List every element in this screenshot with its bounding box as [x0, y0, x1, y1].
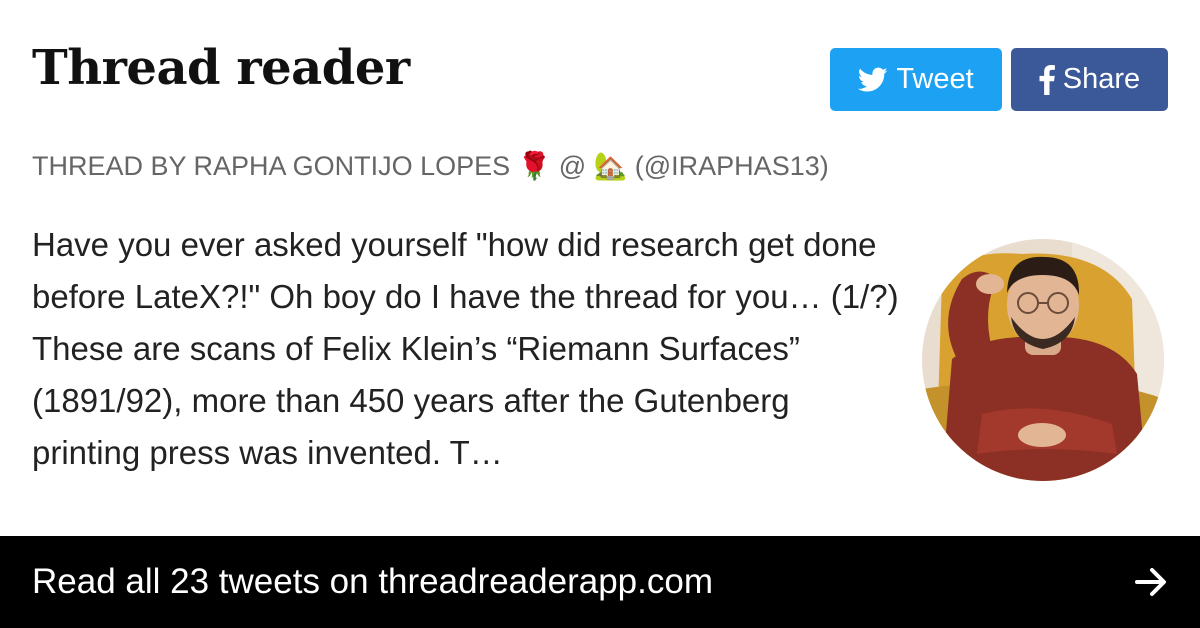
share-buttons: Tweet Share [830, 48, 1168, 111]
avatar [922, 239, 1164, 481]
tweet-label: Tweet [896, 63, 974, 95]
brand-title: Thread reader [32, 40, 410, 96]
thread-excerpt: Have you ever asked yourself "how did re… [32, 226, 899, 471]
read-all-banner[interactable]: Read all 23 tweets on threadreaderapp.co… [0, 536, 1200, 628]
share-label: Share [1062, 63, 1141, 95]
twitter-bird-icon [858, 67, 888, 93]
read-all-link[interactable]: Read all 23 tweets on threadreaderapp.co… [32, 562, 713, 602]
arrow-right-icon[interactable] [1134, 565, 1168, 599]
facebook-f-icon [1039, 64, 1055, 95]
share-button[interactable]: Share [1011, 48, 1168, 111]
tweet-button[interactable]: Tweet [830, 48, 1002, 111]
thread-byline: Thread by Rapha Gontijo Lopes 🌹 @ 🏡 (@ir… [32, 151, 829, 181]
